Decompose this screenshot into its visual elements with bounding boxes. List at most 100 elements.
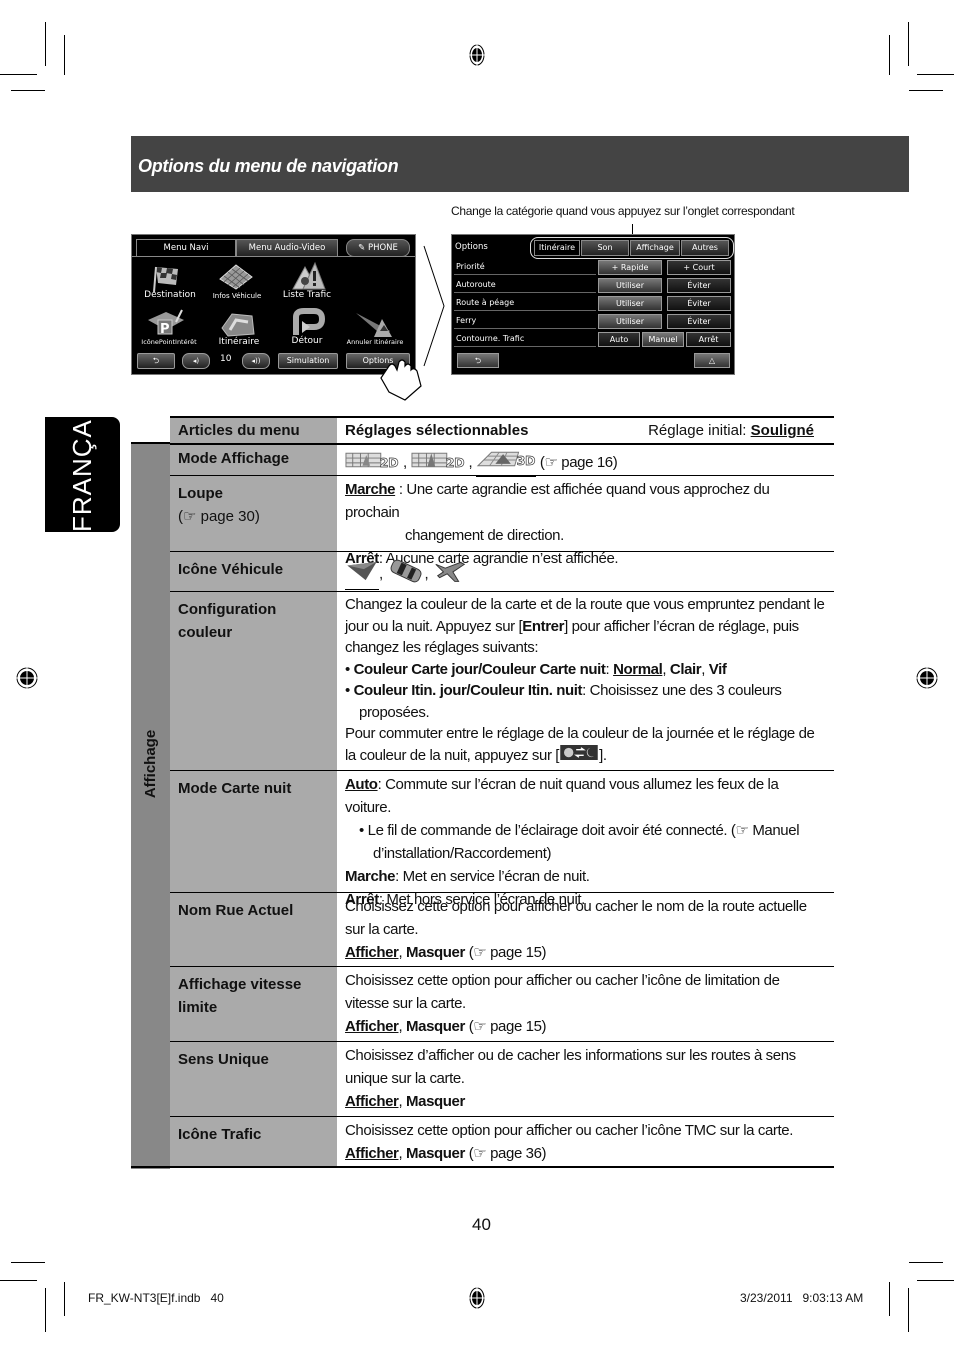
option-label-route-peage: Route à péage bbox=[454, 295, 596, 311]
page-reference[interactable]: (☞ page 15) bbox=[469, 944, 547, 961]
ferry-utiliser-button[interactable]: Utiliser bbox=[598, 314, 662, 329]
menu-item-detour[interactable]: Détour bbox=[272, 336, 342, 346]
item-cell: Nom Rue Actuel bbox=[170, 893, 337, 967]
detour-arrow-icon[interactable] bbox=[288, 307, 328, 337]
option-label-ferry: Ferry bbox=[454, 313, 596, 329]
list-item: • Couleur Carte jour/Couleur Carte nuit:… bbox=[345, 660, 727, 678]
language-tab: FRANÇAIS bbox=[45, 393, 120, 532]
phone-label: PHONE bbox=[367, 243, 398, 253]
map-3d-icon: 3D bbox=[476, 449, 537, 477]
tab-affichage[interactable]: Affichage bbox=[630, 240, 680, 256]
back-button[interactable]: ⮌ bbox=[137, 353, 175, 369]
tab-autres[interactable]: Autres bbox=[681, 240, 729, 256]
crop-mark bbox=[889, 1282, 890, 1316]
value-cell: Auto: Commute sur l’écran de nuit quand … bbox=[337, 771, 834, 908]
note-text: Le fil de commande de l’éclairage doit a… bbox=[367, 822, 800, 862]
phone-button[interactable]: ✎ PHONE bbox=[346, 239, 410, 257]
page-reference[interactable]: (☞ page 30) bbox=[178, 505, 329, 528]
map-2d-heading-up-icon: 2D bbox=[411, 450, 469, 477]
scroll-up-button[interactable]: △ bbox=[694, 353, 730, 368]
ferry-eviter-button[interactable]: Éviter bbox=[667, 314, 731, 329]
crop-mark bbox=[908, 22, 909, 66]
autoroute-eviter-button[interactable]: Éviter bbox=[667, 278, 731, 293]
volume-up-button[interactable]: ◂)) bbox=[242, 353, 270, 369]
description-text: : Met en service l’écran de nuit. bbox=[395, 868, 590, 885]
registration-mark-icon bbox=[915, 666, 939, 690]
entrer-button-ref: Entrer bbox=[522, 617, 565, 635]
cancel-route-icon[interactable] bbox=[354, 309, 394, 339]
menu-item-icone-point-interet[interactable]: IcônePointIntérêt bbox=[134, 338, 204, 346]
item-cell: Icône Véhicule bbox=[170, 552, 337, 592]
table-row: Icône Véhicule , , bbox=[170, 551, 834, 592]
checkered-flag-icon[interactable] bbox=[148, 263, 188, 293]
simulation-button[interactable]: Simulation bbox=[278, 353, 338, 369]
table-row: Sens Unique Choisissez d’afficher ou de … bbox=[170, 1041, 834, 1117]
speaker-high-icon: ◂)) bbox=[251, 357, 261, 365]
menu-item-infos-vehicule[interactable]: Infos Véhicule bbox=[202, 292, 272, 300]
option-auto: Auto bbox=[345, 776, 378, 793]
trafic-manuel-button[interactable]: Manuel bbox=[642, 332, 684, 347]
page-reference[interactable]: (☞ page 15) bbox=[469, 1018, 547, 1035]
menu-item-destination[interactable]: Destination bbox=[135, 290, 205, 300]
table-row: Nom Rue Actuel Choisissez cette option p… bbox=[170, 892, 834, 967]
crop-mark bbox=[909, 90, 943, 91]
item-cell: Icône Trafic bbox=[170, 1117, 337, 1168]
page-number: 40 bbox=[472, 1215, 491, 1234]
menu-item-annuler-itineraire[interactable]: Annuler Itinéraire bbox=[340, 338, 410, 346]
crop-mark bbox=[45, 22, 46, 66]
traffic-warning-icon[interactable] bbox=[287, 261, 327, 291]
tab-menu-audio-video[interactable]: Menu Audio-Video bbox=[236, 239, 338, 257]
page-reference[interactable]: (☞ page 16) bbox=[540, 454, 618, 471]
priorite-rapide-button[interactable]: + Rapide bbox=[598, 260, 662, 275]
priorite-court-button[interactable]: + Court bbox=[667, 260, 731, 275]
tab-menu-navi[interactable]: Menu Navi bbox=[136, 239, 236, 256]
transition-arrow-icon bbox=[420, 244, 448, 368]
description-text: Choisissez cette option pour afficher ou… bbox=[345, 1122, 793, 1139]
item-name: Loupe bbox=[178, 485, 223, 502]
registration-mark-icon bbox=[465, 43, 489, 67]
jet-vehicle-icon bbox=[432, 558, 470, 591]
value-cell: Choisissez cette option pour afficher ou… bbox=[337, 1117, 834, 1168]
up-arrow-icon: △ bbox=[708, 356, 716, 365]
option-marche: Marche bbox=[345, 868, 396, 885]
tab-itineraire[interactable]: Itinéraire bbox=[534, 240, 580, 256]
value-cell: Marche : Une carte agrandie est affichée… bbox=[337, 476, 834, 567]
menu-item-liste-trafic[interactable]: Liste Trafic bbox=[272, 290, 342, 300]
peage-utiliser-button[interactable]: Utiliser bbox=[598, 296, 662, 311]
option-masquer: Masquer bbox=[406, 1018, 465, 1035]
value-cell: Choisissez d’afficher ou de cacher les i… bbox=[337, 1042, 834, 1117]
description-text: Choisissez cette option pour afficher ou… bbox=[345, 972, 780, 1012]
option-clair: Clair bbox=[669, 660, 702, 678]
poi-parking-icon[interactable]: P bbox=[146, 308, 186, 338]
item-name: Nom Rue Actuel bbox=[178, 902, 294, 919]
autoroute-utiliser-button[interactable]: Utiliser bbox=[598, 278, 662, 293]
item-name: Icône Véhicule bbox=[178, 561, 284, 578]
arrow-vehicle-icon bbox=[345, 560, 379, 590]
item-name: Mode Carte nuit bbox=[178, 780, 292, 797]
map-grid-icon[interactable] bbox=[216, 261, 256, 291]
route-map-icon[interactable] bbox=[218, 308, 258, 338]
options-title: Options bbox=[455, 242, 488, 252]
page-reference[interactable]: (☞ page 36) bbox=[469, 1145, 547, 1162]
header-settings: Réglages sélectionnables Réglage initial… bbox=[337, 418, 834, 444]
item-cell: Configuration couleur bbox=[170, 592, 337, 771]
navi-menu-screen: Menu Navi Menu Audio-Video ✎ PHONE Desti… bbox=[131, 234, 416, 375]
menu-item-itineraire[interactable]: Itinéraire bbox=[204, 337, 274, 347]
tab-son[interactable]: Son bbox=[581, 240, 629, 256]
description-text: Choisissez cette option pour afficher ou… bbox=[345, 898, 807, 938]
trafic-arret-button[interactable]: Arrêt bbox=[686, 332, 731, 347]
trafic-auto-button[interactable]: Auto bbox=[598, 332, 640, 347]
peage-eviter-button[interactable]: Éviter bbox=[667, 296, 731, 311]
crop-mark bbox=[908, 1288, 909, 1332]
back-button[interactable]: ⮌ bbox=[457, 353, 499, 368]
setting-label: Couleur Carte jour/Couleur Carte nuit bbox=[353, 660, 606, 678]
svg-text:3D: 3D bbox=[517, 453, 535, 468]
crop-mark bbox=[11, 90, 45, 91]
table-row: Mode Carte nuit Auto: Commute sur l’écra… bbox=[170, 770, 834, 908]
item-cell: Mode Affichage bbox=[170, 445, 337, 477]
section-title: Options du menu de navigation bbox=[138, 156, 399, 176]
option-marche: Marche bbox=[345, 481, 396, 498]
value-cell: 2D , 2D , 3D (☞ page 16) bbox=[337, 445, 834, 477]
volume-down-button[interactable]: ◂) bbox=[182, 353, 210, 369]
option-label-autoroute: Autoroute bbox=[454, 277, 596, 293]
